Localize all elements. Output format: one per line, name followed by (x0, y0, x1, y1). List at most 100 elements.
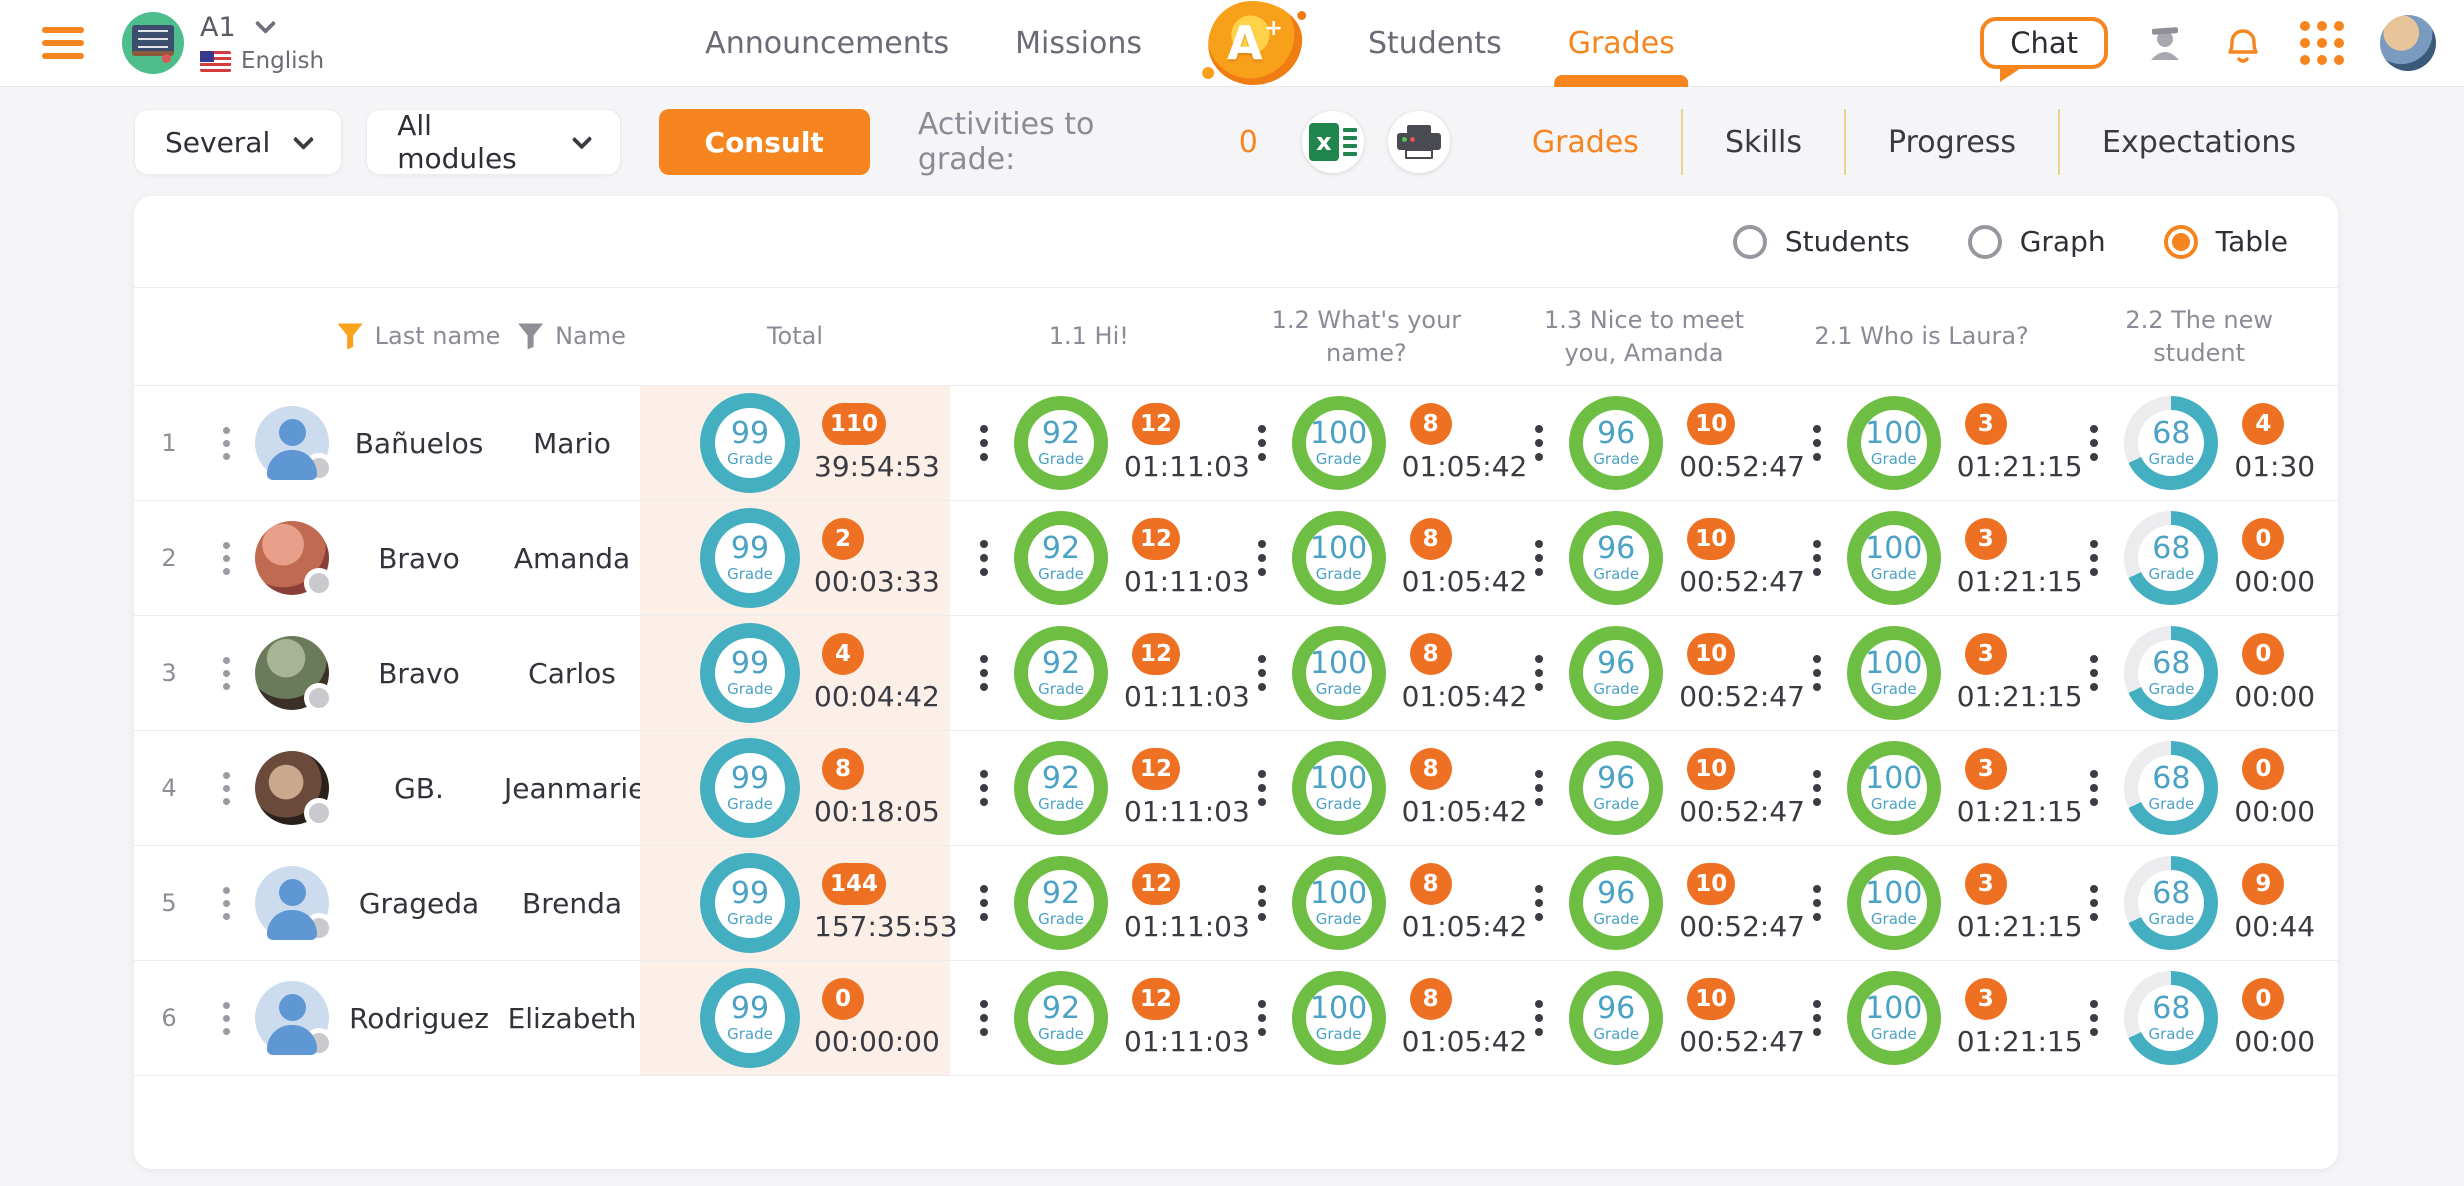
consult-button[interactable]: Consult (659, 109, 870, 175)
activity-menu-icon[interactable] (1803, 530, 1831, 586)
nav-students[interactable]: Students (1368, 26, 1502, 61)
grade-label: Grade (1038, 797, 1084, 812)
excel-icon: x (1309, 123, 1339, 161)
row-menu-icon[interactable] (213, 417, 240, 470)
print-button[interactable] (1388, 111, 1450, 173)
radio-icon[interactable] (1968, 225, 2002, 259)
activity-cell: 68Grade401:30 (2060, 386, 2338, 500)
first-name-cell: Mario (504, 427, 640, 460)
activity-menu-icon[interactable] (970, 530, 998, 586)
view-option-table[interactable]: Table (2164, 225, 2288, 259)
last-name-cell: Rodriguez (334, 1002, 504, 1035)
nav-missions[interactable]: Missions (1015, 26, 1142, 61)
activity-menu-icon[interactable] (1525, 415, 1553, 471)
chevron-down-icon[interactable] (255, 13, 276, 34)
class-selector[interactable]: A1 English (122, 12, 324, 74)
student-avatar[interactable] (255, 521, 329, 595)
row-menu-icon[interactable] (213, 877, 240, 930)
count-badge: 10 (1687, 978, 1735, 1020)
activity-menu-icon[interactable] (2080, 760, 2108, 816)
activity-menu-icon[interactable] (2080, 645, 2108, 701)
activity-menu-icon[interactable] (1803, 875, 1831, 931)
grade-value: 99 (731, 994, 769, 1024)
activity-menu-icon[interactable] (1248, 990, 1276, 1046)
activity-menu-icon[interactable] (1248, 875, 1276, 931)
radio-icon[interactable] (2164, 225, 2198, 259)
tab-grades[interactable]: Grades (1490, 125, 1681, 160)
us-flag-icon (200, 51, 231, 72)
activity-menu-icon[interactable] (2080, 875, 2108, 931)
student-avatar[interactable] (255, 866, 329, 940)
grade-donut: 100Grade (1292, 396, 1386, 490)
activity-cell: 96Grade1000:52:47 (1505, 501, 1783, 615)
nav-announcements[interactable]: Announcements (705, 26, 949, 61)
activity-menu-icon[interactable] (1248, 530, 1276, 586)
top-bar: A1 English Announcements Missions A + St… (0, 0, 2464, 87)
total-cell: 99Grade800:18:05 (640, 731, 950, 845)
user-avatar[interactable] (2380, 15, 2436, 71)
grade-donut: 68Grade (2124, 396, 2218, 490)
activity-menu-icon[interactable] (2080, 530, 2108, 586)
group-select[interactable]: Several (134, 109, 342, 175)
chat-button[interactable]: Chat (1980, 17, 2108, 69)
activity-menu-icon[interactable] (1248, 645, 1276, 701)
notifications-bell-icon[interactable] (2222, 20, 2264, 66)
grade-value: 99 (731, 649, 769, 679)
row-menu-icon[interactable] (213, 762, 240, 815)
apps-grid-icon[interactable] (2300, 21, 2344, 65)
table-row: 5GragedaBrenda99Grade144157:35:5392Grade… (134, 846, 2338, 961)
activity-menu-icon[interactable] (1248, 415, 1276, 471)
grades-table-card: Students Graph Table Last name Name Tota… (134, 196, 2338, 1169)
student-avatar[interactable] (255, 406, 329, 480)
activity-menu-icon[interactable] (2080, 415, 2108, 471)
row-menu-icon[interactable] (213, 647, 240, 700)
activity-menu-icon[interactable] (970, 760, 998, 816)
column-label: 1.2 What's your name? (1247, 304, 1485, 369)
menu-icon[interactable] (42, 20, 84, 66)
column-header-last-name[interactable]: Last name (334, 320, 504, 352)
modules-select[interactable]: All modules (366, 109, 620, 175)
grade-label: Grade (727, 912, 773, 927)
activity-menu-icon[interactable] (970, 990, 998, 1046)
student-avatar[interactable] (255, 751, 329, 825)
view-option-graph[interactable]: Graph (1968, 225, 2106, 259)
activity-menu-icon[interactable] (1803, 990, 1831, 1046)
row-index: 4 (134, 774, 204, 802)
activity-menu-icon[interactable] (2080, 990, 2108, 1046)
export-excel-button[interactable]: x (1302, 111, 1364, 173)
radio-icon[interactable] (1733, 225, 1767, 259)
activity-menu-icon[interactable] (1525, 875, 1553, 931)
nav-grades[interactable]: Grades (1568, 26, 1675, 61)
activity-menu-icon[interactable] (1525, 645, 1553, 701)
activity-menu-icon[interactable] (970, 875, 998, 931)
grade-value: 92 (1042, 534, 1080, 564)
activity-menu-icon[interactable] (1803, 645, 1831, 701)
activity-menu-icon[interactable] (970, 415, 998, 471)
student-profile-icon[interactable] (2144, 22, 2186, 64)
column-header-name[interactable]: Name (504, 320, 640, 352)
student-avatar[interactable] (255, 636, 329, 710)
activity-menu-icon[interactable] (1803, 760, 1831, 816)
row-menu-icon[interactable] (213, 532, 240, 585)
app-logo-icon[interactable]: A + (1208, 1, 1302, 85)
row-menu-icon[interactable] (213, 992, 240, 1045)
tab-expectations[interactable]: Expectations (2060, 125, 2338, 160)
filter-icon[interactable] (518, 323, 543, 349)
grade-donut: 100Grade (1847, 511, 1941, 605)
grade-donut: 92Grade (1014, 741, 1108, 835)
student-avatar[interactable] (255, 981, 329, 1055)
activity-menu-icon[interactable] (1525, 990, 1553, 1046)
view-option-students[interactable]: Students (1733, 225, 1910, 259)
grade-donut: 100Grade (1847, 856, 1941, 950)
time-spent: 00:04:42 (814, 680, 940, 713)
grade-label: Grade (1038, 912, 1084, 927)
activity-menu-icon[interactable] (1525, 530, 1553, 586)
activity-menu-icon[interactable] (1248, 760, 1276, 816)
tab-progress[interactable]: Progress (1846, 125, 2058, 160)
grade-label: Grade (2149, 682, 2195, 697)
filter-icon[interactable] (338, 323, 363, 349)
activity-menu-icon[interactable] (1525, 760, 1553, 816)
activity-menu-icon[interactable] (1803, 415, 1831, 471)
activity-menu-icon[interactable] (970, 645, 998, 701)
tab-skills[interactable]: Skills (1683, 125, 1844, 160)
